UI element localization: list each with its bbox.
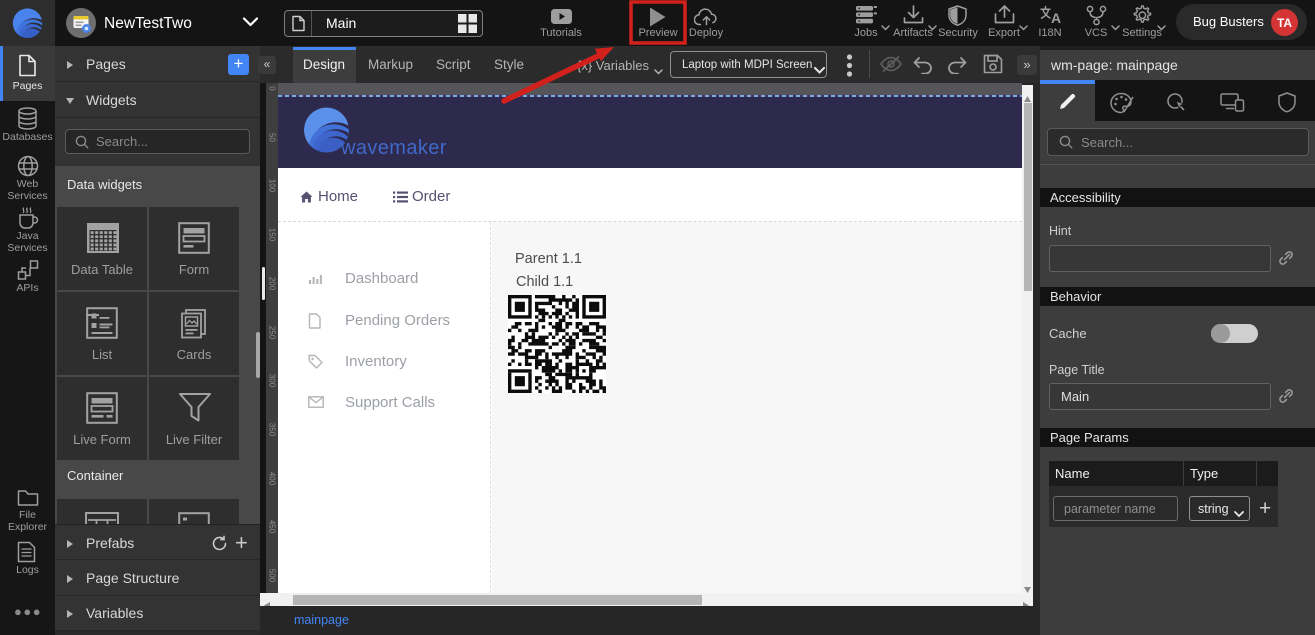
svg-text:A: A — [1051, 10, 1061, 25]
